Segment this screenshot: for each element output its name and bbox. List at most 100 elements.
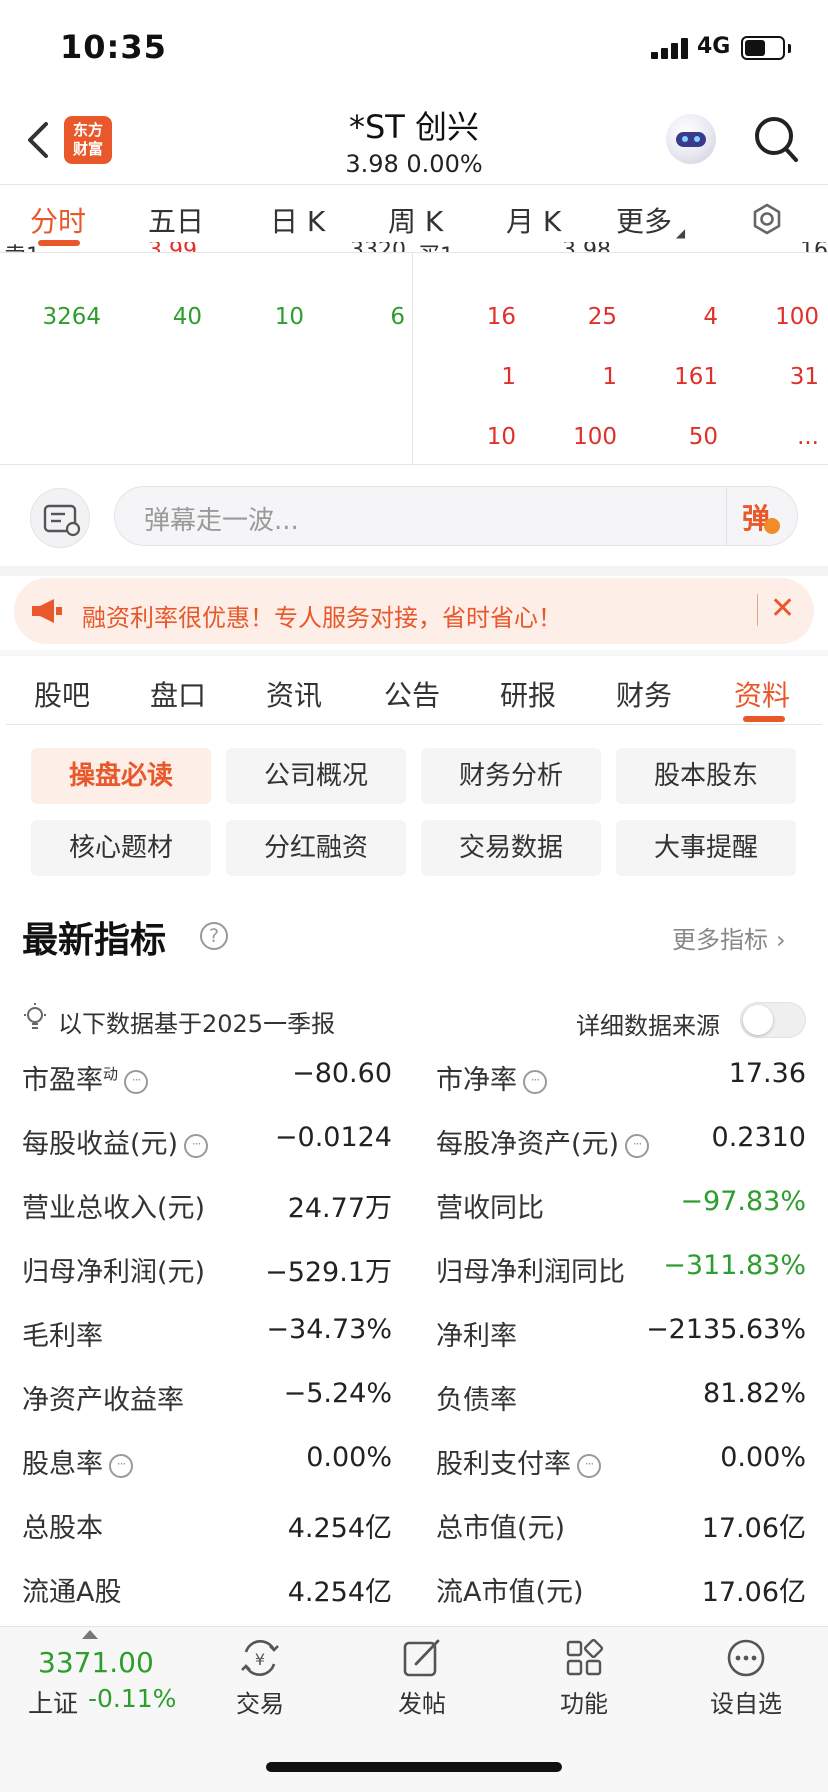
grid-button-financial-analysis[interactable]: 财务分析	[421, 748, 601, 804]
tab-finance[interactable]: 财务	[616, 674, 672, 714]
metric-label-cell: 营业总收入(元)	[22, 1186, 205, 1225]
tab-pankou[interactable]: 盘口	[150, 674, 206, 714]
tab-weekly-k[interactable]: 周 K	[388, 200, 443, 240]
tab-intraday[interactable]: 分时	[30, 200, 86, 240]
index-name[interactable]: 上证	[28, 1684, 78, 1720]
grid-button-events[interactable]: 大事提醒	[616, 820, 796, 876]
metric-label: 流A市值(元)	[436, 1577, 584, 1608]
grid-button-trading-data[interactable]: 交易数据	[421, 820, 601, 876]
metric-label: 负债率	[436, 1385, 517, 1416]
metric-label-cell: 总市值(元)	[436, 1506, 565, 1545]
metric-label: 毛利率	[22, 1321, 103, 1352]
order-book-divider	[412, 252, 413, 464]
metric-value: 0.00%	[720, 1442, 806, 1473]
tab-announcements[interactable]: 公告	[384, 674, 440, 714]
nav-functions[interactable]: 功能	[534, 1636, 634, 1719]
metric-label: 市盈率	[22, 1065, 103, 1096]
nav-watchlist[interactable]: 设自选	[696, 1636, 796, 1719]
info-icon[interactable]: ···	[577, 1453, 601, 1478]
grid-button-shareholders[interactable]: 股本股东	[616, 748, 796, 804]
metric-label: 营收同比	[436, 1193, 544, 1224]
bid1-price: 3.98	[562, 242, 611, 252]
metric-label: 股息率	[22, 1449, 103, 1480]
metric-value: 4.254亿	[287, 1577, 392, 1608]
nav-post-label: 发帖	[398, 1690, 446, 1718]
tab-news[interactable]: 资讯	[266, 674, 322, 714]
grid-button-dividends[interactable]: 分红融资	[226, 820, 406, 876]
section-spacer	[0, 650, 828, 656]
order-cell: 6	[390, 304, 405, 330]
app-logo: 东方 财富	[64, 116, 112, 164]
data-basis-note: 以下数据基于2025一季报	[58, 1010, 336, 1038]
metric-value: −2135.63%	[646, 1314, 806, 1345]
info-icon[interactable]: ···	[523, 1069, 547, 1094]
banner-close-icon[interactable]: ✕	[770, 594, 795, 624]
index-change[interactable]: -0.11%	[88, 1684, 176, 1713]
tab-more-label: 更多	[616, 205, 673, 238]
stock-price-line: 3.98 0.00%	[345, 150, 483, 178]
tab-guba[interactable]: 股吧	[34, 674, 90, 714]
status-time: 10:35	[60, 28, 167, 66]
order-cell: 16	[486, 304, 516, 330]
tab-daily-k[interactable]: 日 K	[270, 200, 325, 240]
megaphone-icon	[30, 596, 64, 626]
battery-tip	[788, 44, 791, 53]
bid1-label: 买1	[418, 242, 454, 252]
metric-label-cell: 归母净利润(元)	[22, 1250, 205, 1289]
help-icon[interactable]: ?	[200, 922, 228, 950]
order-cell: 10	[486, 424, 516, 450]
order-cell: 4	[703, 304, 718, 330]
battery-icon	[741, 36, 785, 60]
tab-five-day[interactable]: 五日	[148, 200, 204, 240]
danmaku-settings-icon[interactable]	[30, 488, 90, 548]
order-cell: 1	[501, 364, 516, 390]
metric-label-cell: 总股本	[22, 1506, 103, 1545]
grid-button-trading-guide[interactable]: 操盘必读	[31, 748, 211, 804]
metric-label: 流通A股	[22, 1577, 122, 1608]
svg-text:¥: ¥	[255, 1650, 265, 1669]
metric-value: 17.36	[728, 1058, 806, 1089]
more-metrics-label: 更多指标	[672, 926, 768, 954]
danmaku-placeholder: 弹幕走一波...	[144, 506, 299, 536]
section-title: 最新指标	[22, 920, 167, 961]
grid-button-company-overview[interactable]: 公司概况	[226, 748, 406, 804]
order-cell: ...	[797, 424, 819, 450]
tab-monthly-k[interactable]: 月 K	[506, 200, 561, 240]
metric-value: 4.254亿	[287, 1513, 392, 1544]
search-icon[interactable]	[752, 114, 802, 166]
metric-value: −80.60	[292, 1058, 392, 1089]
expand-up-icon[interactable]	[82, 1630, 98, 1639]
chevron-right-icon: ›	[776, 926, 786, 954]
back-icon[interactable]	[22, 116, 62, 164]
info-icon[interactable]: ···	[109, 1453, 133, 1478]
metric-label-cell: 股息率 ···	[22, 1442, 133, 1481]
metric-label-cell: 净资产收益率	[22, 1378, 184, 1417]
index-value[interactable]: 3371.00	[38, 1646, 154, 1679]
order-cell: 31	[789, 364, 819, 390]
assistant-robot-icon[interactable]	[666, 114, 716, 164]
tab-more[interactable]: 更多 ◢	[616, 200, 685, 240]
tab-research[interactable]: 研报	[500, 674, 556, 714]
data-source-toggle[interactable]	[740, 1002, 806, 1038]
order-cell: 10	[274, 304, 304, 330]
order-cell: 25	[587, 304, 617, 330]
gear-icon[interactable]	[750, 202, 784, 236]
metric-value: 0.2310	[711, 1122, 806, 1153]
nav-trade[interactable]: ¥ 交易	[210, 1636, 310, 1719]
metric-value: −5.24%	[283, 1378, 392, 1409]
tab-profile[interactable]: 资料	[734, 674, 790, 714]
metric-value: 24.77万	[287, 1193, 392, 1224]
nav-post[interactable]: 发帖	[372, 1636, 472, 1719]
nav-functions-label: 功能	[560, 1690, 608, 1718]
order-cell: 161	[674, 364, 718, 390]
info-icon[interactable]: ···	[124, 1069, 149, 1094]
metric-label: 每股净资产(元)	[436, 1129, 620, 1160]
metric-label: 总股本	[22, 1513, 103, 1544]
more-metrics-link[interactable]: 更多指标 ›	[672, 920, 786, 955]
edit-icon	[400, 1636, 444, 1680]
order-cell: 1	[602, 364, 617, 390]
data-source-label: 详细数据来源	[576, 1012, 720, 1040]
header-divider	[0, 184, 828, 185]
grid-button-core-themes[interactable]: 核心题材	[31, 820, 211, 876]
caret-down-icon: ◢	[672, 226, 686, 240]
